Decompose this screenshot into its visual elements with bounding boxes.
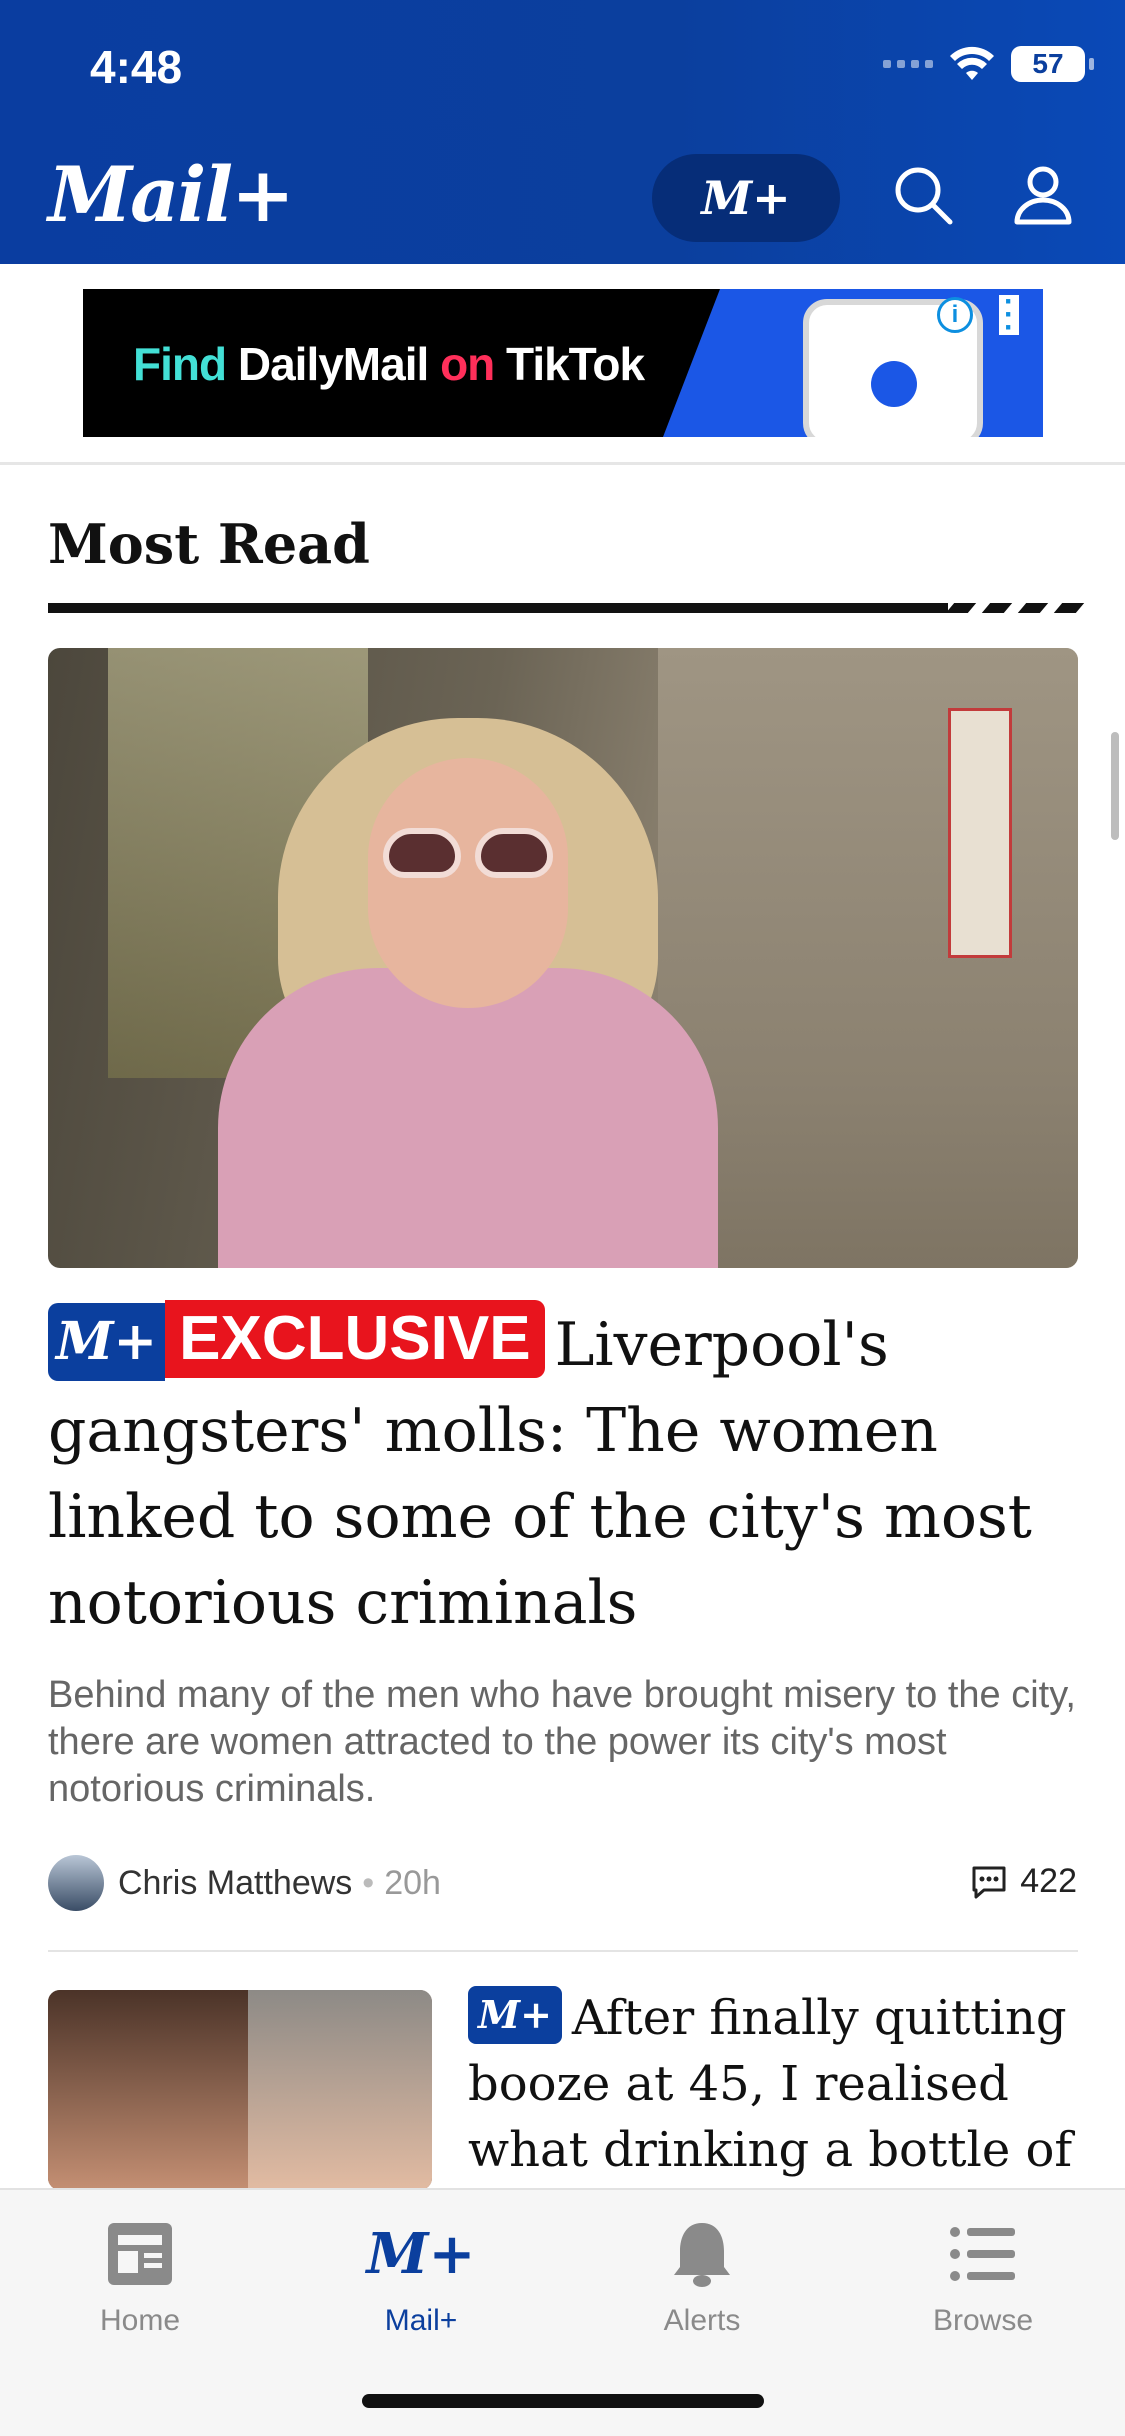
tab-browse[interactable]: Browse (883, 2214, 1083, 2338)
comment-count: 422 (1020, 1862, 1077, 1900)
ad-brand-text: DailyMail (237, 338, 429, 390)
second-article-thumbnail[interactable] (48, 1990, 432, 2190)
app-header: 4:48 57 Mail+ M+ (0, 0, 1125, 264)
section-rule (48, 603, 948, 613)
byline-separator: • (362, 1863, 375, 1902)
ad-on-text: on (440, 338, 495, 390)
lead-article-headline[interactable]: M+ EXCLUSIVE Liverpool's gangsters' molls:… (48, 1300, 1088, 1646)
ad-find-text: Find (133, 338, 227, 390)
scrollbar[interactable] (1111, 732, 1119, 840)
article-age: 20h (384, 1863, 441, 1902)
section-stripes (945, 603, 1085, 613)
mplus-button[interactable]: M+ (652, 154, 840, 242)
second-article-headline[interactable]: M+ After finally quitting booze at 45, I … (468, 1985, 1078, 2183)
list-icon (950, 2227, 1015, 2281)
lead-article-image[interactable] (48, 648, 1078, 1268)
account-icon[interactable] (1008, 160, 1078, 230)
tab-home[interactable]: Home (40, 2214, 240, 2338)
lead-article-standfirst: Behind many of the men who have brought … (48, 1674, 1076, 1810)
mail-plus-tab-icon: M+ (366, 2221, 476, 2287)
ad-text: Find DailyMail on TikTok (133, 337, 645, 391)
divider (0, 462, 1125, 465)
cellular-signal-icon (883, 60, 933, 68)
tiktok-ad-banner[interactable]: Find DailyMail on TikTok i · · · (83, 289, 1043, 437)
comments-button[interactable]: 422 (970, 1862, 1077, 1901)
status-time: 4:48 (90, 41, 183, 93)
section-title: Most Read (48, 512, 370, 576)
author-name[interactable]: Chris Matthews (118, 1864, 352, 1903)
tab-home-label: Home (99, 2304, 181, 2337)
ad-more-icon[interactable]: · · · (999, 289, 1019, 343)
tab-alerts[interactable]: Alerts (602, 2214, 802, 2338)
sunglasses (383, 828, 553, 878)
mplus-badge: M+ (48, 1303, 166, 1381)
home-news-icon (108, 2223, 172, 2285)
mail-plus-logo[interactable]: Mail+ (48, 150, 295, 239)
home-indicator[interactable] (362, 2394, 764, 2408)
bell-icon (674, 2223, 730, 2287)
wifi-icon (950, 46, 994, 80)
byline: Chris Matthews • 20h (48, 1855, 441, 1911)
no-smoking-sign (948, 708, 1012, 958)
author-avatar (48, 1855, 104, 1911)
exclusive-badge: EXCLUSIVE (165, 1300, 545, 1378)
tab-mail-plus[interactable]: M+ Mail+ (321, 2214, 521, 2338)
mplus-badge: M+ (468, 1986, 562, 2044)
battery-indicator: 57 (1011, 46, 1094, 82)
article-divider (48, 1950, 1078, 1952)
tab-browse-label: Browse (932, 2304, 1034, 2337)
search-icon[interactable] (888, 160, 958, 230)
comment-icon (972, 1866, 1006, 1898)
tab-mail-plus-label: Mail+ (384, 2304, 458, 2337)
status-icons: 57 (883, 46, 1094, 82)
tab-alerts-label: Alerts (663, 2304, 741, 2337)
ad-info-icon[interactable]: i (937, 297, 973, 333)
ad-platform-text: TikTok (506, 338, 645, 390)
